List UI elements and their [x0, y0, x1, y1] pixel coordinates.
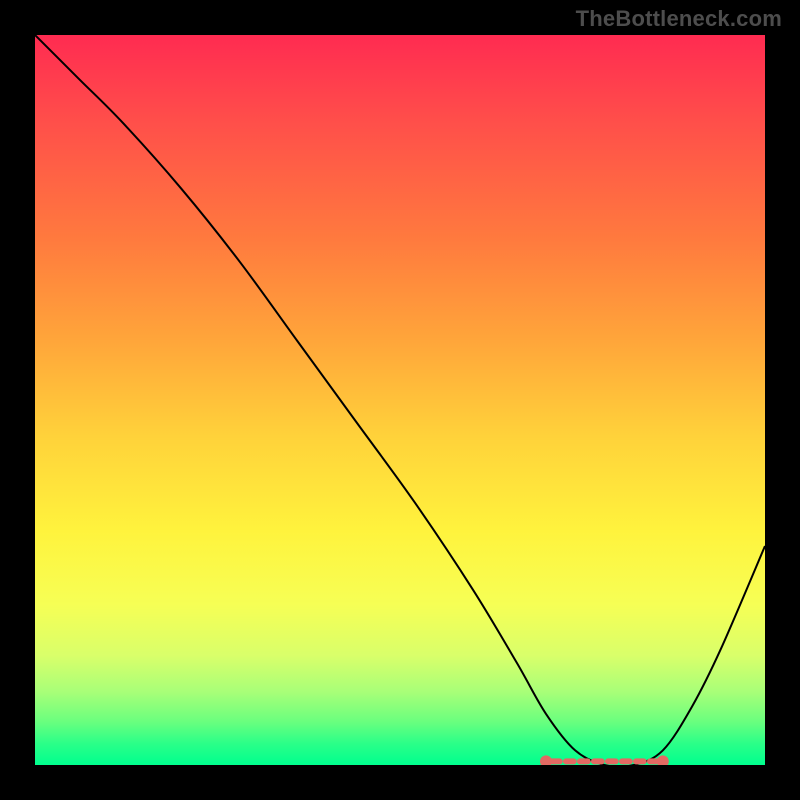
bottleneck-curve [35, 35, 765, 765]
watermark-text: TheBottleneck.com [576, 6, 782, 32]
optimal-range-end-dot [657, 755, 669, 765]
optimal-range-start-dot [540, 755, 552, 765]
gradient-plot-area [35, 35, 765, 765]
chart-frame: TheBottleneck.com [0, 0, 800, 800]
curve-svg [35, 35, 765, 765]
